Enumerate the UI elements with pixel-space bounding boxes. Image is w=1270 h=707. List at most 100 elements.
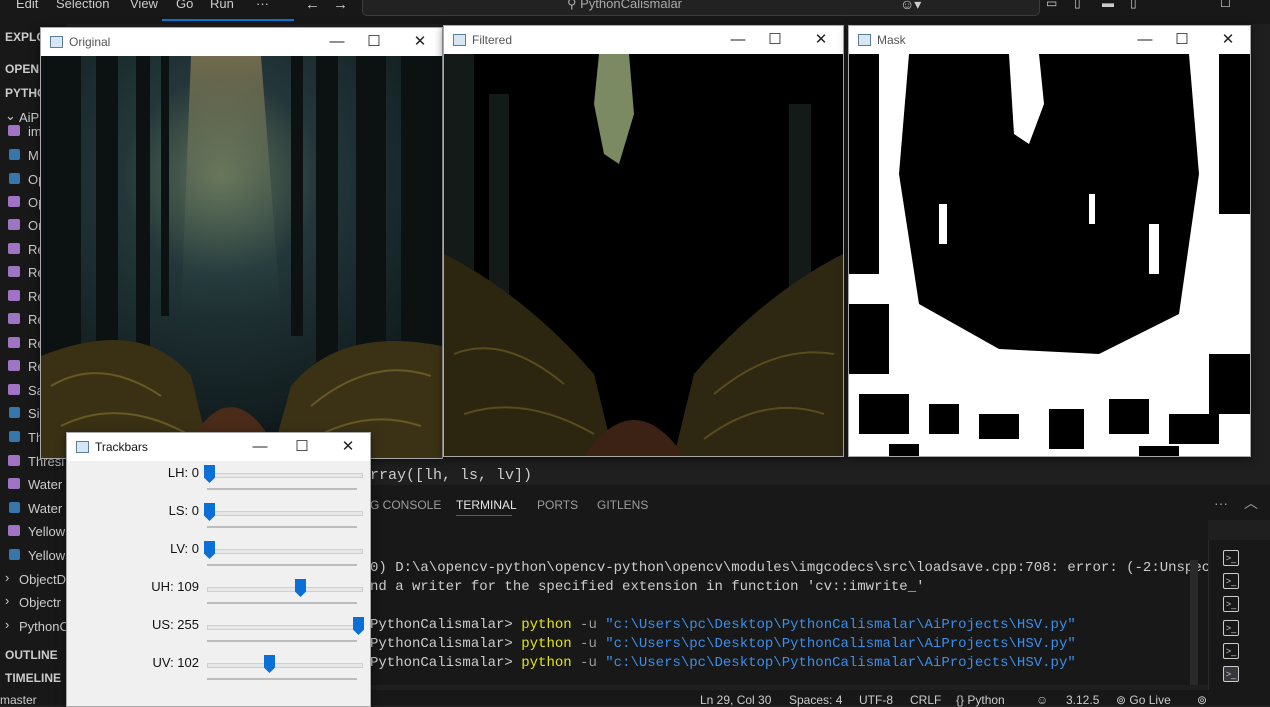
copilot-icon[interactable]: ☺▾ <box>900 0 921 13</box>
maximize-button[interactable]: ☐ <box>765 30 785 50</box>
terminal-instance-icon[interactable]: >_ <box>1223 573 1239 589</box>
sidebar-item[interactable]: › ObjectD <box>0 568 66 591</box>
maximize-button[interactable]: ☐ <box>1172 30 1192 50</box>
tab-gitlens[interactable]: GITLENS <box>597 498 648 512</box>
sidebar-item-label: Water <box>28 477 63 492</box>
back-arrow-icon[interactable]: ← <box>305 0 320 13</box>
terminal-cmd: python <box>521 617 572 633</box>
trackbar-row: LV: 0 <box>67 539 369 577</box>
sidebar-item[interactable]: › PythonC <box>0 615 66 638</box>
trackbar-track[interactable] <box>207 549 363 554</box>
command-center[interactable] <box>362 0 1040 16</box>
trackbar-label: UH: 109 <box>151 579 199 594</box>
more-actions-icon[interactable]: ··· <box>1214 495 1228 511</box>
sidebar-item-label: TIMELINE <box>5 671 61 685</box>
trackbar-track[interactable] <box>207 625 363 630</box>
minimize-button[interactable]: — <box>250 437 270 457</box>
trackbar-thumb[interactable] <box>295 579 306 597</box>
image-file-icon <box>8 219 20 230</box>
terminal-instance-icon[interactable]: >_ <box>1223 620 1239 636</box>
terminal-instance-icon-active[interactable]: >_ <box>1223 666 1239 682</box>
python-file-icon <box>9 431 20 442</box>
terminal-scrollbar[interactable] <box>1190 560 1198 685</box>
sidebar-item[interactable]: Yellow <box>0 544 66 567</box>
window-title: Original <box>69 35 111 49</box>
sidebar-item[interactable]: Water <box>0 473 66 496</box>
trackbar-thumb[interactable] <box>264 655 275 673</box>
collapse-panel-icon[interactable]: ︿ <box>1244 493 1258 513</box>
close-button[interactable]: ✕ <box>1218 30 1238 50</box>
trackbar-track[interactable] <box>207 473 363 478</box>
trackbar-label: LH: 0 <box>167 465 199 480</box>
trackbar-thumb[interactable] <box>204 465 215 483</box>
trackbar-track[interactable] <box>207 587 363 592</box>
maximize-icon[interactable]: ☐ <box>1220 0 1231 10</box>
toggle-panel-icon[interactable]: ▬ <box>1102 0 1114 10</box>
window-title: Mask <box>877 33 906 47</box>
terminal-prompt: PythonCalismalar> <box>370 636 522 652</box>
window-titlebar[interactable]: Trackbars — ☐ ✕ <box>67 433 370 461</box>
layout-icon[interactable]: ▭ <box>1046 0 1057 10</box>
sidebar-item[interactable]: Yellow <box>0 520 66 543</box>
trackbar-ticks <box>207 640 357 642</box>
terminal-output[interactable]: 0) D:\a\opencv-python\opencv-python\open… <box>370 520 1227 685</box>
sidebar-item[interactable]: › Objectr <box>0 591 66 614</box>
window-titlebar[interactable]: Filtered — ☐ ✕ <box>444 26 843 54</box>
editor-code-area[interactable]: rray([lh, ls, lv]) <box>370 455 1270 485</box>
toggle-secondary-icon[interactable]: ▯ <box>1130 0 1137 10</box>
window-titlebar[interactable]: Original — ☐ ✕ <box>41 28 442 56</box>
trackbar-track[interactable] <box>207 663 363 668</box>
minimize-button[interactable]: — <box>728 30 748 50</box>
close-button[interactable]: ✕ <box>338 437 358 457</box>
trackbar-row: US: 255 <box>67 615 369 653</box>
trackbar-thumb[interactable] <box>353 617 364 635</box>
sidebar-item[interactable]: Water <box>0 497 66 520</box>
python-file-icon <box>9 407 20 418</box>
image-file-icon <box>8 360 20 371</box>
menu-more[interactable]: ··· <box>256 0 269 11</box>
trackbar-ticks <box>207 602 357 604</box>
code-line: rray([lh, ls, lv]) <box>370 467 533 484</box>
minimize-button[interactable]: — <box>1135 30 1155 50</box>
terminal-instance-icon[interactable]: >_ <box>1223 643 1239 659</box>
window-title: Trackbars <box>95 440 148 454</box>
sidebar-item[interactable]: TIMELINE <box>0 667 66 690</box>
toggle-sidebar-icon[interactable]: ▯ <box>1074 0 1081 10</box>
menu-run[interactable]: Run <box>210 0 234 11</box>
trackbar-row: UH: 109 <box>67 577 369 615</box>
sidebar-item-label: PythonC <box>19 619 66 634</box>
menu-selection[interactable]: Selection <box>56 0 109 11</box>
forward-arrow-icon[interactable]: → <box>333 0 348 13</box>
trackbar-row: LH: 0 <box>67 463 369 501</box>
original-window[interactable]: Original — ☐ ✕ <box>40 27 443 459</box>
trackbar-track[interactable] <box>207 511 363 516</box>
sidebar-item[interactable]: OUTLINE <box>0 644 66 667</box>
terminal-instance-icon[interactable]: >_ <box>1223 550 1239 566</box>
maximize-button[interactable]: ☐ <box>364 32 384 52</box>
filtered-window[interactable]: Filtered — ☐ ✕ <box>443 25 844 457</box>
window-app-icon <box>453 34 466 46</box>
terminal-error-line: nd a writer for the specified extension … <box>370 579 925 595</box>
trackbar-row: LS: 0 <box>67 501 369 539</box>
trackbar-thumb[interactable] <box>204 503 215 521</box>
mask-window[interactable]: Mask — ☐ ✕ <box>848 25 1251 457</box>
trackbar-thumb[interactable] <box>204 541 215 559</box>
menu-edit[interactable]: Edit <box>16 0 38 11</box>
tab-ports[interactable]: PORTS <box>537 498 578 512</box>
maximize-button[interactable]: ☐ <box>292 437 312 457</box>
python-file-icon <box>9 149 20 160</box>
python-file-icon <box>9 502 20 513</box>
close-button[interactable]: ✕ <box>811 30 831 50</box>
terminal-instance-icon[interactable]: >_ <box>1223 596 1239 612</box>
menu-go[interactable]: Go <box>176 0 193 11</box>
terminal-path: "c:\Users\pc\Desktop\PythonCalismalar\Ai… <box>605 655 1076 671</box>
trackbars-window[interactable]: Trackbars — ☐ ✕ LH: 0 LS: 0 LV: 0 UH: 109 US… <box>66 432 371 707</box>
close-button[interactable]: ✕ <box>410 32 430 52</box>
tab-terminal[interactable]: TERMINAL <box>456 498 517 512</box>
tab-debug-console[interactable]: G CONSOLE <box>370 498 441 512</box>
image-file-icon <box>8 125 20 136</box>
minimize-button[interactable]: — <box>327 32 347 52</box>
menu-view[interactable]: View <box>130 0 158 11</box>
terminal-command-line: PythonCalismalar> python -u "c:\Users\pc… <box>370 655 1076 671</box>
window-titlebar[interactable]: Mask — ☐ ✕ <box>849 26 1250 54</box>
